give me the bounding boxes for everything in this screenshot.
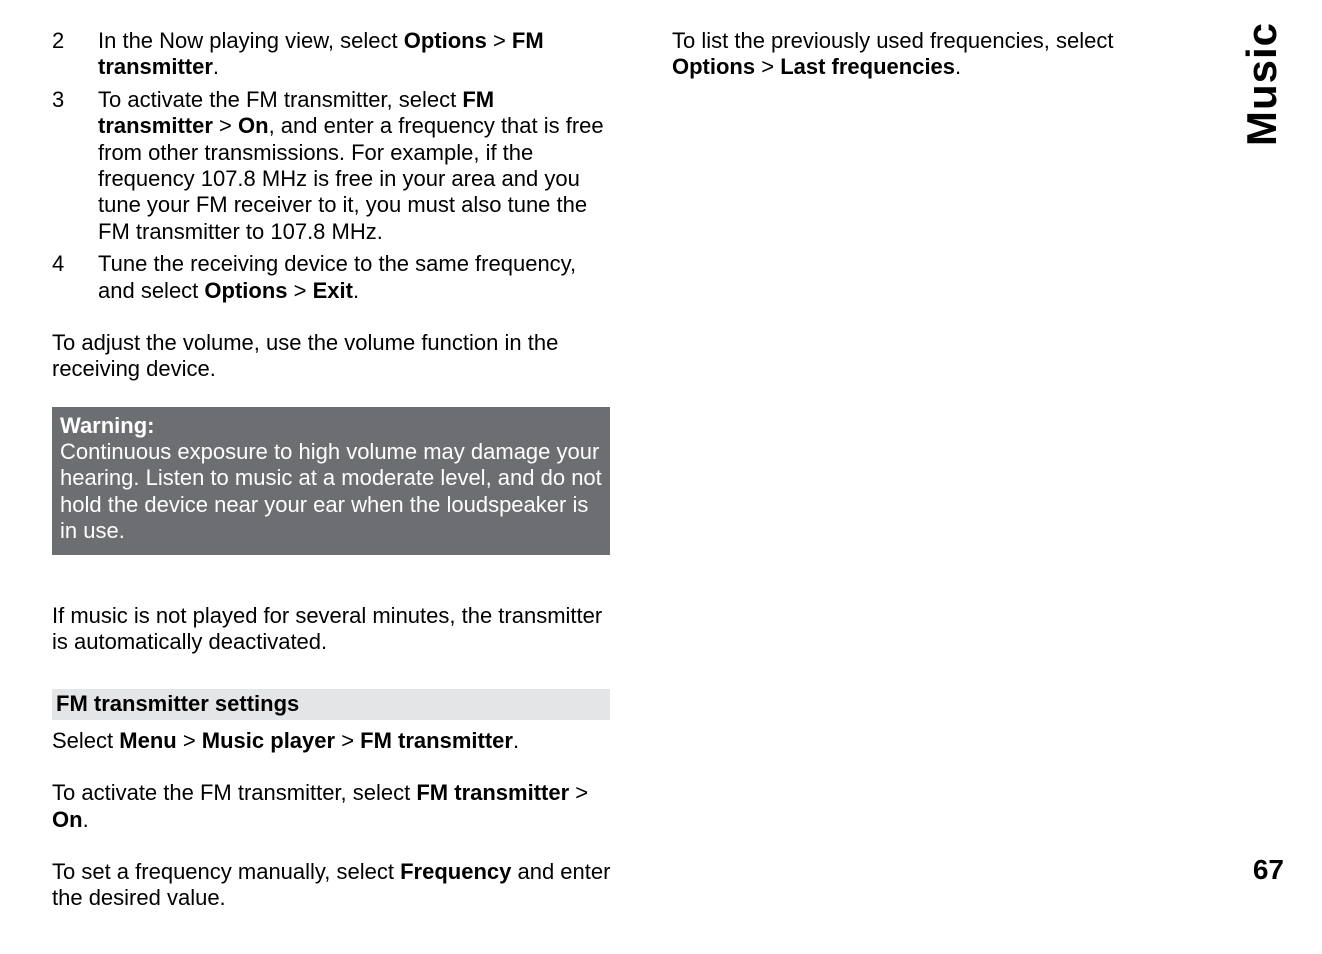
- on-label: On: [238, 113, 269, 138]
- music-player-label: Music player: [202, 728, 335, 753]
- step-4: 4 Tune the receiving device to the same …: [52, 251, 612, 304]
- warning-title: Warning:: [60, 413, 602, 439]
- text: >: [335, 728, 360, 753]
- text: To activate the FM transmitter, select: [52, 780, 416, 805]
- text: >: [755, 54, 780, 79]
- step-number: 3: [52, 87, 98, 245]
- step-body: In the Now playing view, select Options …: [98, 28, 612, 81]
- text: To list the previously used frequencies,…: [672, 28, 1113, 53]
- text: .: [955, 54, 961, 79]
- section-heading: FM transmitter settings: [52, 689, 610, 719]
- text: To set a frequency manually, select: [52, 859, 400, 884]
- steps-list: 2 In the Now playing view, select Option…: [52, 28, 612, 304]
- step-2: 2 In the Now playing view, select Option…: [52, 28, 612, 81]
- deactivate-paragraph: If music is not played for several minut…: [52, 603, 612, 656]
- page-number: 67: [1253, 854, 1284, 886]
- exit-label: Exit: [313, 278, 353, 303]
- list-frequencies-line: To list the previously used frequencies,…: [672, 28, 1202, 81]
- text: .: [213, 54, 219, 79]
- text: >: [569, 780, 588, 805]
- menu-label: Menu: [119, 728, 176, 753]
- frequency-label: Frequency: [400, 859, 511, 884]
- fm-transmitter-label: FM transmitter: [360, 728, 513, 753]
- activate-line: To activate the FM transmitter, select F…: [52, 780, 612, 833]
- options-label: Options: [672, 54, 755, 79]
- step-body: To activate the FM transmitter, select F…: [98, 87, 612, 245]
- text: In the Now playing view, select: [98, 28, 404, 53]
- warning-body: Continuous exposure to high volume may d…: [60, 439, 602, 545]
- last-frequencies-label: Last frequencies: [780, 54, 955, 79]
- text: >: [177, 728, 202, 753]
- text: .: [353, 278, 359, 303]
- options-label: Options: [404, 28, 487, 53]
- options-label: Options: [204, 278, 287, 303]
- text: .: [83, 807, 89, 832]
- step-body: Tune the receiving device to the same fr…: [98, 251, 612, 304]
- text: >: [213, 113, 238, 138]
- left-column: 2 In the Now playing view, select Option…: [52, 28, 612, 926]
- page-content: 2 In the Now playing view, select Option…: [52, 28, 1270, 926]
- frequency-line: To set a frequency manually, select Freq…: [52, 859, 612, 912]
- text: Select: [52, 728, 119, 753]
- text: To activate the FM transmitter, select: [98, 87, 462, 112]
- warning-box: Warning: Continuous exposure to high vol…: [52, 407, 610, 555]
- text: >: [288, 278, 313, 303]
- volume-paragraph: To adjust the volume, use the volume fun…: [52, 330, 612, 383]
- section-tab: Music: [1238, 22, 1286, 146]
- step-number: 2: [52, 28, 98, 81]
- select-line: Select Menu > Music player > FM transmit…: [52, 728, 612, 754]
- text: >: [487, 28, 512, 53]
- step-3: 3 To activate the FM transmitter, select…: [52, 87, 612, 245]
- fm-transmitter-label: FM transmitter: [416, 780, 569, 805]
- on-label: On: [52, 807, 83, 832]
- step-number: 4: [52, 251, 98, 304]
- text: .: [513, 728, 519, 753]
- right-column: To list the previously used frequencies,…: [672, 28, 1232, 926]
